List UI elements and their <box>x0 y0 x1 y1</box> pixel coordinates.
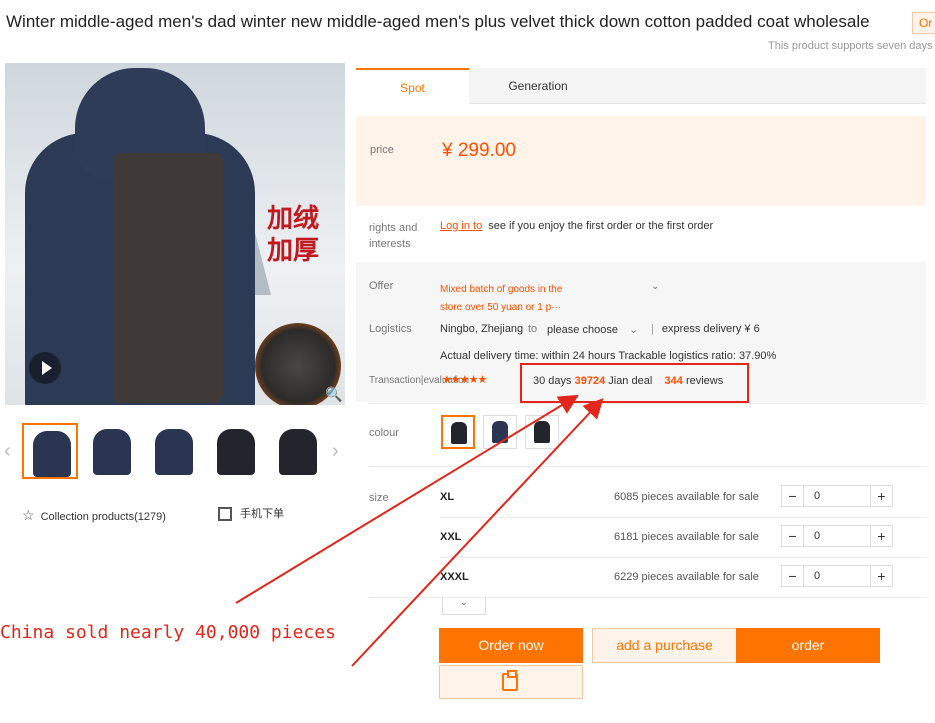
star-icon: ☆ <box>22 507 35 523</box>
quantity-input[interactable]: 0 <box>814 570 820 582</box>
thumbnail[interactable] <box>22 423 78 479</box>
thumbnail[interactable] <box>146 423 202 479</box>
decrement-button[interactable]: − <box>782 526 804 546</box>
chevron-down-icon[interactable]: ⌄ <box>651 281 659 292</box>
destination-value: please choose <box>547 324 618 336</box>
thumbnail-strip: ‹ › <box>0 420 350 482</box>
colour-swatch-navy[interactable] <box>483 415 517 449</box>
chevron-left-icon[interactable]: ‹ <box>4 440 11 463</box>
offer-line-2[interactable]: store over 50 yuan or 1 p··· <box>440 302 561 313</box>
sold-count: 39724 <box>574 375 606 387</box>
product-title: Winter middle-aged men's dad winter new … <box>6 12 870 31</box>
days-label: 30 days <box>533 375 572 387</box>
divider <box>440 517 925 518</box>
qr-code-icon <box>218 507 232 522</box>
colour-label: colour <box>369 427 399 439</box>
reviews-label[interactable]: reviews <box>686 375 723 387</box>
jacket-lining <box>113 153 223 403</box>
price-value: ¥ 299.00 <box>442 140 516 161</box>
colour-swatch-dark[interactable] <box>525 415 559 449</box>
decrement-button[interactable]: − <box>782 486 804 506</box>
offer-line-1[interactable]: Mixed batch of goods in the <box>440 284 562 295</box>
logistics-origin: Ningbo, Zhejiang <box>440 323 524 335</box>
collect-label: Collection products(1279) <box>40 511 166 523</box>
size-name: XXL <box>440 531 462 543</box>
divider <box>369 403 925 404</box>
decrement-button[interactable]: − <box>782 566 804 586</box>
promo-text: 加绒加厚 <box>267 204 320 266</box>
video-play-button[interactable] <box>29 352 61 384</box>
thumbnail[interactable] <box>270 423 326 479</box>
annotation-arrow <box>351 398 604 667</box>
stock-count: 6229 pieces available for sale <box>614 571 759 583</box>
chevron-down-icon: ⌄ <box>629 324 639 336</box>
rights-label: rights and interests <box>369 222 418 250</box>
price-panel: price ¥ 299.00 <box>356 116 926 206</box>
mobile-order-button[interactable]: 手机下单 <box>218 505 284 522</box>
zoom-icon[interactable]: 🔍 <box>325 386 342 403</box>
chevron-down-icon: ⌄ <box>459 597 469 608</box>
tab-generation[interactable]: Generation <box>469 68 607 104</box>
tab-spot[interactable]: Spot <box>356 68 469 104</box>
offer-label: Offer <box>369 280 394 292</box>
stock-count: 6085 pieces available for sale <box>614 491 759 503</box>
price-label: price <box>370 144 394 156</box>
logistics-to: to <box>528 323 538 335</box>
order-now-button[interactable]: Order now <box>439 628 583 663</box>
thumbnail[interactable] <box>84 423 140 479</box>
logistics-label: Logistics <box>369 323 412 335</box>
add-to-purchase-button[interactable]: add a purchase <box>592 628 737 663</box>
destination-select[interactable]: please choose ⌄ <box>547 323 638 336</box>
divider <box>440 557 925 558</box>
mobile-order-label: 手机下单 <box>240 508 284 520</box>
size-name: XXXL <box>440 571 469 583</box>
increment-button[interactable]: + <box>870 566 892 586</box>
express-fee: express delivery ¥ 6 <box>661 323 760 335</box>
increment-button[interactable]: + <box>870 486 892 506</box>
delivery-info: Actual delivery time: within 24 hours Tr… <box>440 350 777 362</box>
stock-count: 6181 pieces available for sale <box>614 531 759 543</box>
product-main-image[interactable]: 加绒加厚 <box>5 63 345 405</box>
chevron-right-icon[interactable]: › <box>332 440 339 463</box>
increment-button[interactable]: + <box>870 526 892 546</box>
purchase-list-button[interactable] <box>439 665 583 699</box>
purchase-tabs: Spot Generation <box>356 68 926 104</box>
transaction-stats: 30 days 39724 Jian deal 344 reviews <box>533 375 723 387</box>
reviews-count[interactable]: 344 <box>665 375 683 387</box>
quantity-input[interactable]: 0 <box>814 490 820 502</box>
rights-description: see if you enjoy the first order or the … <box>488 220 714 232</box>
order-button[interactable]: order <box>736 628 880 663</box>
express-delivery: | express delivery ¥ 6 <box>651 323 760 335</box>
title-badge[interactable]: Or <box>912 12 935 34</box>
support-note: This product supports seven days w <box>768 40 935 52</box>
deal-label: Jian deal <box>608 375 653 387</box>
collect-button[interactable]: ☆ Collection products(1279) <box>22 507 166 524</box>
expand-sizes-button[interactable]: ⌄ <box>442 597 486 615</box>
divider <box>369 466 925 467</box>
colour-swatch-black[interactable] <box>441 415 475 449</box>
annotation-text: China sold nearly 40,000 pieces <box>0 622 336 643</box>
clipboard-icon <box>502 670 518 691</box>
size-label: size <box>369 492 389 504</box>
quantity-stepper: − 0 + <box>781 565 893 587</box>
rights-text: Log in to see if you enjoy the first orde… <box>440 220 713 232</box>
thumbnail[interactable] <box>208 423 264 479</box>
quantity-stepper: − 0 + <box>781 485 893 507</box>
rating-stars: ★★★★★ <box>442 374 487 386</box>
login-link[interactable]: Log in to <box>440 220 482 232</box>
quantity-stepper: − 0 + <box>781 525 893 547</box>
size-name: XL <box>440 491 455 503</box>
quantity-input[interactable]: 0 <box>814 530 820 542</box>
